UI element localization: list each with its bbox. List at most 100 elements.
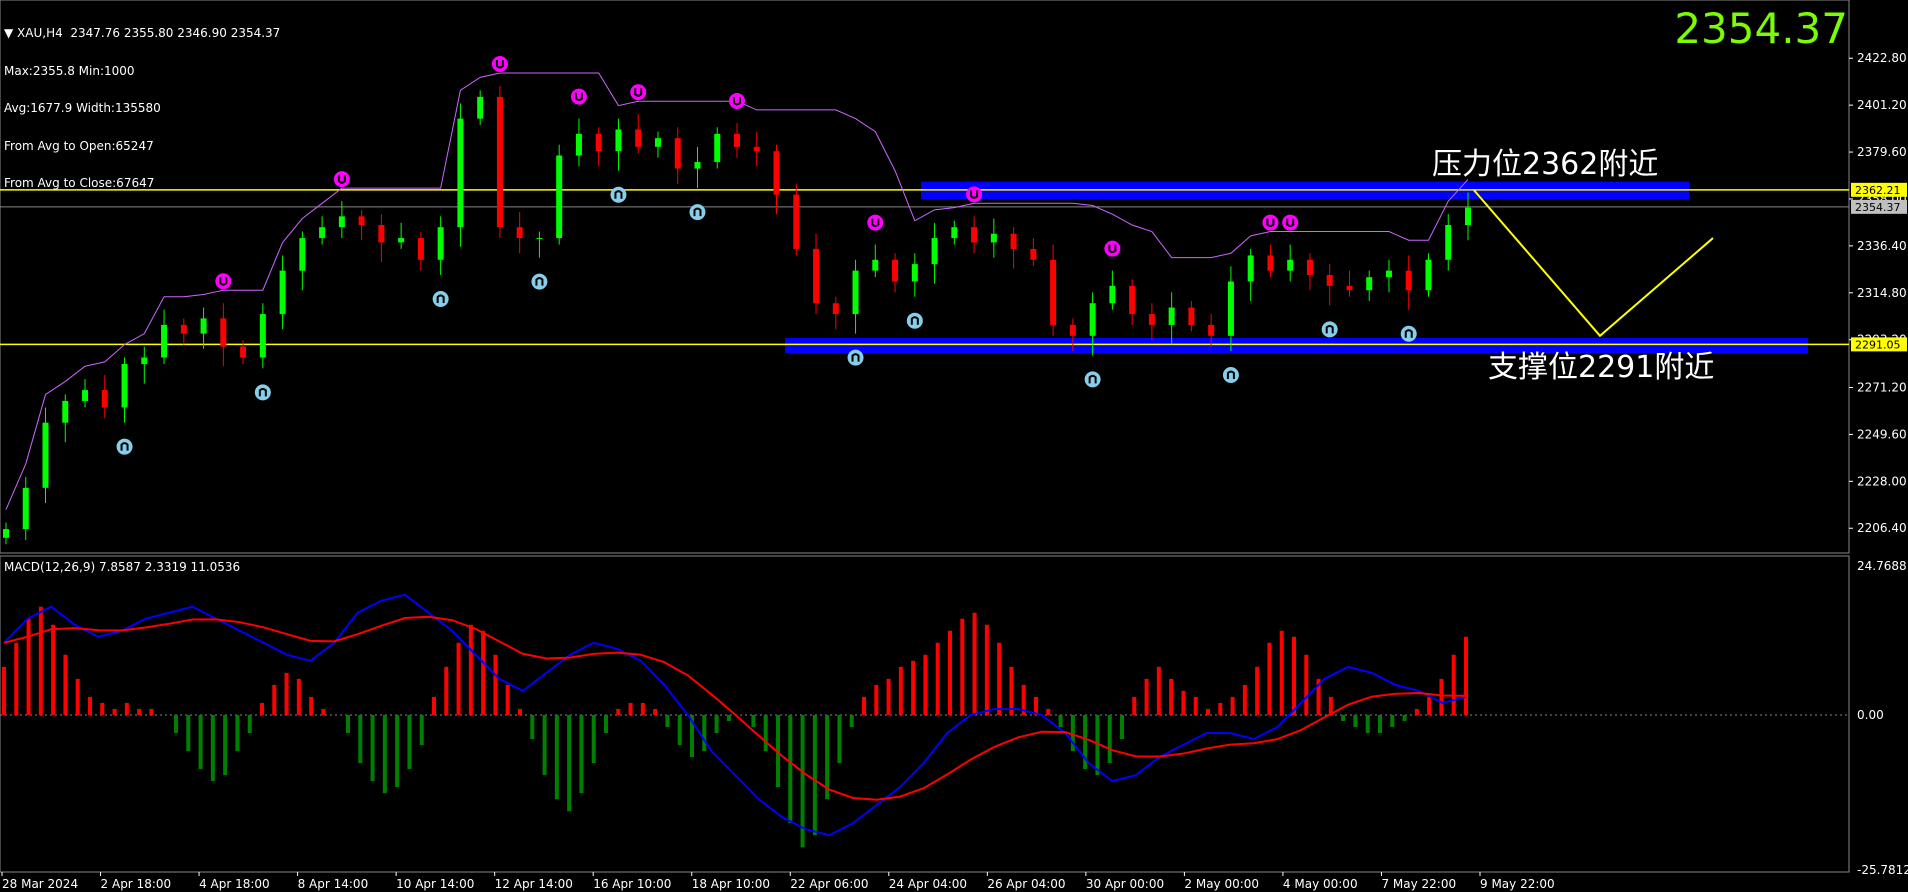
macd-histogram-bar: [542, 714, 547, 776]
macd-histogram-bar: [616, 708, 621, 715]
macd-histogram-bar: [186, 714, 191, 752]
macd-histogram-bar: [468, 624, 473, 715]
candle-body: [1109, 285, 1116, 304]
fractal-up-icon: [966, 186, 983, 203]
macd-histogram-bar: [1107, 714, 1112, 764]
candle-body: [753, 146, 760, 152]
macd-histogram-bar: [419, 714, 424, 746]
symbol-timeframe: XAU,H4: [17, 26, 63, 40]
candle-body: [971, 227, 978, 243]
price-tick-label: 2314.80: [1857, 286, 1907, 300]
time-tick-label: 4 Apr 18:00: [199, 877, 270, 891]
macd-histogram-bar: [591, 714, 596, 764]
macd-histogram-bar: [63, 654, 68, 715]
macd-histogram-bar: [370, 714, 375, 782]
macd-histogram-bar: [886, 678, 891, 715]
candle-body: [1247, 255, 1254, 282]
macd-tick-label: -25.7812: [1857, 863, 1908, 877]
candle-body: [1030, 248, 1037, 260]
macd-tick-label: 0.00: [1857, 708, 1884, 722]
candle-body: [259, 314, 266, 358]
macd-histogram-bar: [862, 696, 866, 715]
macd-histogram-bar: [763, 714, 768, 752]
candle-body: [220, 318, 227, 347]
macd-histogram-bar: [984, 624, 989, 715]
fractal-down-icon: [689, 204, 706, 221]
macd-histogram-bar: [1292, 636, 1296, 715]
time-tick-label: 18 Apr 10:00: [692, 877, 770, 891]
fractal-down-icon: [610, 186, 627, 203]
macd-histogram-bar: [1341, 714, 1346, 721]
macd-histogram-bar: [677, 714, 682, 746]
candle-body: [793, 194, 800, 249]
fractal-up-icon: [1282, 214, 1299, 231]
time-tick-label: 2 May 00:00: [1184, 877, 1259, 891]
candle-body: [1287, 259, 1294, 271]
macd-histogram-bar: [997, 642, 1002, 715]
macd-histogram-bar: [75, 678, 80, 715]
macd-histogram-bar: [174, 714, 178, 733]
macd-histogram-bar: [935, 642, 940, 715]
candle-body: [1129, 285, 1136, 315]
candle-body: [3, 529, 9, 538]
macd-histogram-bar: [604, 714, 608, 733]
macd-tick-label: 24.7688: [1857, 559, 1907, 573]
macd-histogram-bar: [1132, 696, 1137, 715]
macd-histogram-bar: [628, 702, 633, 715]
fractal-up-icon: [1262, 214, 1279, 231]
macd-histogram-bar: [493, 654, 498, 715]
macd-histogram-bar: [346, 714, 350, 733]
candle-body: [141, 357, 148, 365]
info-line-avg-width: Avg:1677.9 Width:135580: [4, 101, 161, 115]
candle-body: [82, 390, 89, 401]
resistance-annotation: 压力位2362附近: [1432, 147, 1659, 182]
macd-histogram-bar: [1218, 702, 1223, 715]
macd-histogram-bar: [554, 714, 559, 800]
macd-histogram-bar: [1439, 678, 1444, 715]
candle-body: [496, 96, 503, 228]
macd-histogram-bar: [1402, 714, 1407, 721]
macd-histogram-bar: [124, 702, 129, 715]
macd-histogram-bar: [911, 660, 916, 715]
macd-indicator-title: MACD(12,26,9) 7.8587 2.3319 11.0536: [4, 560, 241, 574]
macd-histogram-bar: [1279, 630, 1284, 715]
fractal-up-icon: [1104, 240, 1121, 257]
price-tag-label: 2291.05: [1855, 338, 1901, 351]
candle-body: [1089, 303, 1096, 336]
candle-body: [1306, 259, 1313, 275]
price-chart[interactable]: 2422.802401.202379.602358.002336.402314.…: [0, 0, 1908, 892]
macd-histogram-bar: [1267, 642, 1272, 715]
macd-histogram-bar: [444, 666, 449, 715]
macd-histogram-bar: [210, 714, 215, 782]
macd-histogram-bar: [38, 606, 43, 715]
time-tick-label: 30 Apr 00:00: [1086, 877, 1164, 891]
collapse-triangle-icon[interactable]: ▼: [4, 26, 17, 40]
current-price-display: 2354.37: [1674, 4, 1848, 53]
candle-body: [734, 133, 740, 147]
candle-body: [1168, 307, 1175, 325]
macd-histogram-bar: [432, 696, 436, 715]
candle-body: [990, 233, 997, 243]
macd-histogram-bar: [640, 702, 645, 715]
macd-histogram-bar: [1378, 714, 1382, 733]
macd-histogram-bar: [1304, 654, 1309, 715]
fractal-up-icon: [630, 84, 647, 101]
fractal-down-icon: [1084, 371, 1101, 388]
info-line-avg-open: From Avg to Open:65247: [4, 138, 154, 153]
macd-histogram-bar: [481, 630, 486, 715]
macd-histogram-bar: [1427, 696, 1432, 715]
fractal-down-icon: [531, 273, 548, 290]
macd-histogram-bar: [1046, 708, 1051, 715]
price-tag-label: 2354.37: [1855, 201, 1901, 214]
macd-histogram-bar: [702, 714, 707, 752]
price-tick-label: 2422.80: [1857, 51, 1907, 65]
candle-body: [1148, 314, 1155, 325]
macd-histogram-bar: [1181, 690, 1186, 715]
macd-histogram-bar: [1144, 678, 1149, 715]
candle-body: [161, 324, 168, 358]
price-tick-label: 2249.60: [1857, 427, 1907, 441]
price-tick-label: 2401.20: [1857, 98, 1907, 112]
macd-histogram-bar: [788, 714, 793, 824]
macd-histogram-bar: [714, 714, 719, 733]
candle-body: [338, 216, 345, 228]
